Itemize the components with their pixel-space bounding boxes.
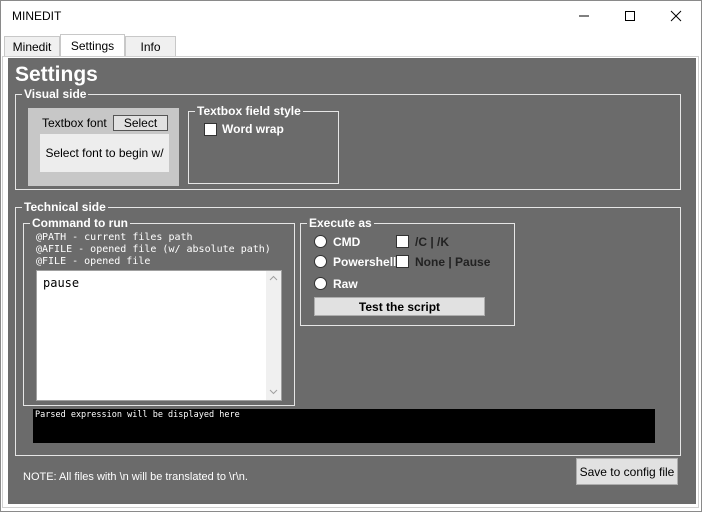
font-preview: Select font to begin w/ — [40, 134, 169, 172]
tab-info[interactable]: Info — [125, 36, 176, 56]
maximize-icon — [625, 11, 635, 21]
tab-settings[interactable]: Settings — [60, 34, 125, 56]
close-icon — [670, 10, 682, 22]
radio-raw[interactable] — [314, 277, 327, 290]
textbox-font-label: Textbox font — [42, 116, 107, 130]
close-button[interactable] — [653, 1, 699, 31]
cmd-flag-label: /C | /K — [415, 235, 450, 249]
parsed-output-text: Parsed expression will be displayed here — [35, 410, 240, 420]
editor-scrollbar[interactable] — [266, 271, 281, 400]
radio-powershell[interactable] — [314, 255, 327, 268]
window-title: MINEDIT — [12, 9, 62, 23]
scroll-down-icon[interactable] — [269, 389, 278, 395]
save-config-button[interactable]: Save to config file — [576, 458, 678, 485]
cmd-label: CMD — [333, 235, 361, 249]
pause-flag-label: None | Pause — [415, 255, 491, 269]
tab-minedit[interactable]: Minedit — [4, 36, 60, 56]
maximize-button[interactable] — [607, 1, 653, 31]
app-window: MINEDIT Minedit Settings Info Settings V… — [0, 0, 702, 512]
help-afile: @AFILE - opened file (w/ absolute path) — [36, 244, 271, 255]
scroll-up-icon[interactable] — [269, 275, 278, 281]
help-file: @FILE - opened file — [36, 256, 151, 267]
settings-panel: Settings Visual side Textbox font Select… — [2, 56, 699, 508]
visual-side-label: Visual side — [22, 87, 89, 101]
note-text: NOTE: All files with \n will be translat… — [23, 471, 248, 483]
textbox-font-box: Textbox font Select Select font to begin… — [28, 108, 179, 186]
minimize-button[interactable] — [561, 1, 607, 31]
powershell-label: Powershell — [333, 255, 397, 269]
raw-label: Raw — [333, 277, 358, 291]
command-editor[interactable]: pause — [36, 270, 282, 401]
word-wrap-label: Word wrap — [222, 122, 284, 136]
settings-content: Settings Visual side Textbox font Select… — [8, 58, 696, 504]
page-title: Settings — [15, 63, 98, 86]
tab-strip: Minedit Settings Info — [2, 34, 700, 56]
execute-as-label: Execute as — [307, 216, 374, 230]
select-font-button[interactable]: Select — [113, 115, 168, 131]
technical-side-label: Technical side — [22, 200, 108, 214]
command-text: pause — [43, 276, 80, 290]
help-path: @PATH - current files path — [36, 232, 193, 243]
cmd-flag-checkbox[interactable] — [396, 235, 409, 248]
parsed-output-console: Parsed expression will be displayed here — [33, 409, 655, 443]
test-script-button[interactable]: Test the script — [314, 297, 485, 316]
radio-cmd[interactable] — [314, 235, 327, 248]
title-bar[interactable]: MINEDIT — [1, 1, 701, 31]
pause-flag-checkbox[interactable] — [396, 255, 409, 268]
field-style-label: Textbox field style — [195, 104, 303, 118]
word-wrap-checkbox[interactable] — [204, 123, 217, 136]
minimize-icon — [579, 15, 589, 17]
command-label: Command to run — [30, 216, 130, 230]
